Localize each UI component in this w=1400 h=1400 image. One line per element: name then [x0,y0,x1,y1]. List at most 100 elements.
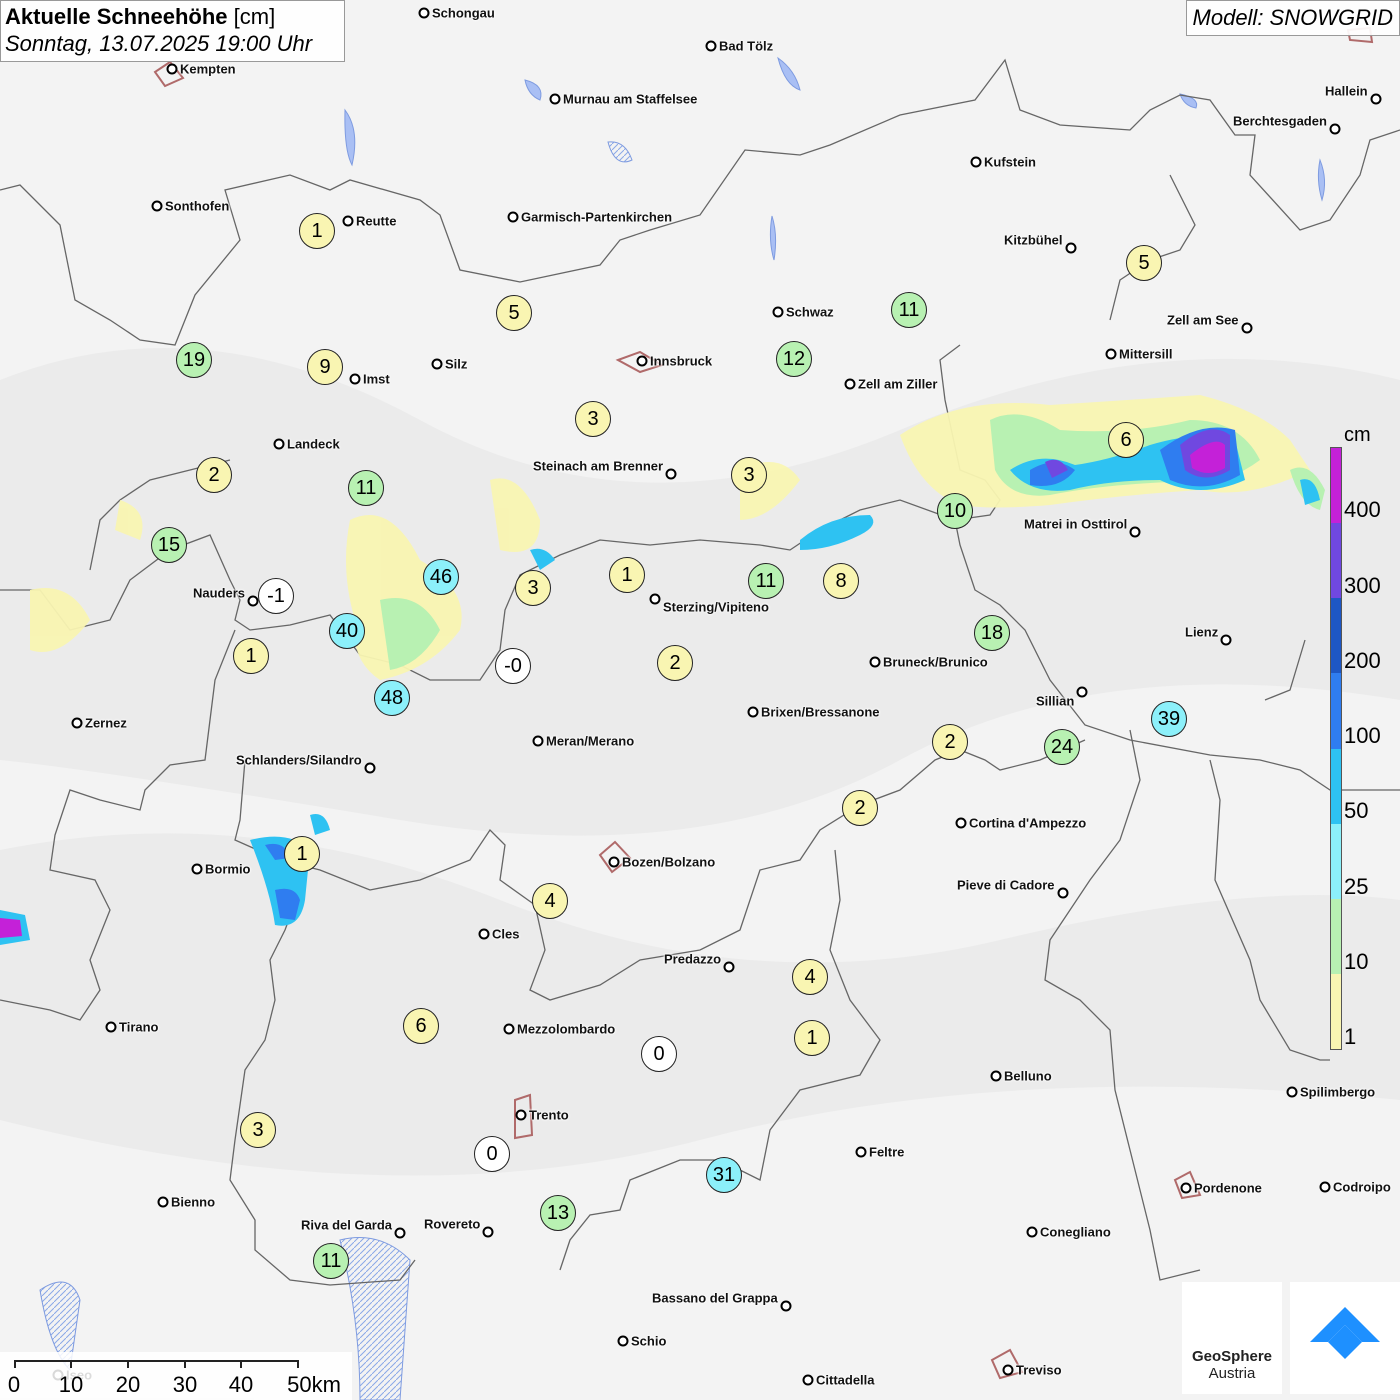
snow-depth-station: 1 [233,638,269,674]
snow-depth-station: 1 [299,213,335,249]
town-marker [955,817,967,829]
scale-label: 0 [7,1372,21,1397]
town-marker [1370,93,1382,105]
snow-depth-station: 12 [776,341,812,377]
snow-depth-station: 3 [731,457,767,493]
scale-tick [70,1360,72,1368]
town-marker [780,1300,792,1312]
town-label: Kufstein [984,154,1036,170]
snow-depth-station: 0 [641,1036,677,1072]
town-marker [418,7,430,19]
snow-depth-station: 4 [792,959,828,995]
town-label: Hallein [1325,83,1368,99]
snow-depth-station: -0 [495,648,531,684]
snow-depth-station: 3 [515,570,551,606]
town-marker [478,928,490,940]
town-label: Schio [631,1333,667,1349]
snow-depth-station: -1 [258,578,294,614]
snow-depth-station: 6 [403,1008,439,1044]
town-marker [869,656,881,668]
town-label: Codroipo [1333,1179,1391,1195]
snow-depth-station: 11 [313,1243,349,1279]
snow-depth-station: 1 [284,836,320,872]
town-label: Garmisch-Partenkirchen [521,209,673,225]
town-label: Steinach am Brenner [533,458,664,474]
town-label: Lienz [1185,624,1219,640]
town-label: Bassano del Grappa [652,1290,778,1306]
town-label: Landeck [287,436,340,452]
town-marker [273,438,285,450]
town-marker [1026,1226,1038,1238]
town-label: Kitzbühel [1004,232,1063,248]
town-marker [1002,1364,1014,1376]
snow-depth-station: 11 [348,470,384,506]
town-marker [1129,526,1141,538]
logo-sub: Austria [1208,1365,1256,1382]
town-marker [608,856,620,868]
snow-depth-station: 46 [423,559,459,595]
snow-depth-station: 3 [240,1112,276,1148]
town-label: Zell am See [1167,312,1239,328]
scale-label: 20 [115,1372,141,1397]
snow-depth-station: 9 [307,349,343,385]
town-marker [844,378,856,390]
town-label: Cittadella [816,1372,875,1388]
town-marker [157,1196,169,1208]
snow-depth-station: 48 [374,680,410,716]
town-marker [482,1226,494,1238]
town-marker [364,762,376,774]
town-marker [507,211,519,223]
snow-depth-station: 19 [176,342,212,378]
town-label: Cles [492,926,520,942]
town-label: Sonthofen [165,198,230,214]
scale-tick [14,1360,16,1368]
town-label: Predazzo [664,951,722,967]
scale-tick [127,1360,129,1368]
town-marker [636,355,648,367]
town-label: Rovereto [424,1216,481,1232]
town-marker [970,156,982,168]
town-label: Kempten [180,61,236,77]
snow-depth-station: 8 [823,563,859,599]
map-title: Aktuelle Schneehöhe [cm] Sonntag, 13.07.… [0,0,345,62]
snow-depth-station: 18 [974,615,1010,651]
town-label: Mittersill [1119,346,1173,362]
legend-label: 25 [1344,874,1369,899]
scale-tick [240,1360,242,1368]
snow-depth-station: 0 [474,1136,510,1172]
town-label: Riva del Garda [301,1217,393,1233]
town-marker [247,595,259,607]
town-label: Bienno [171,1194,216,1210]
legend-label: 300 [1344,573,1381,598]
town-label: Treviso [1016,1362,1062,1378]
town-label: Bruneck/Brunico [883,654,988,670]
town-marker [71,717,83,729]
scale-label: 50km [287,1372,341,1397]
snow-depth-station: 10 [937,493,973,529]
town-label: Feltre [869,1144,905,1160]
town-marker [166,63,178,75]
snow-depth-station: 40 [329,613,365,649]
app-logo [1290,1282,1400,1394]
title-main: Aktuelle Schneehöhe [5,4,228,29]
town-marker [515,1109,527,1121]
town-label: Bad Tölz [719,38,774,54]
town-marker [394,1227,406,1239]
snow-depth-station: 1 [794,1020,830,1056]
snow-depth-station: 6 [1108,422,1144,458]
town-marker [1329,123,1341,135]
scale-tick [184,1360,186,1368]
snow-depth-station: 39 [1151,701,1187,737]
town-label: Silz [445,356,468,372]
town-label: Meran/Merano [546,733,635,749]
legend-label: 100 [1344,723,1381,748]
town-marker [342,215,354,227]
scale-line [14,1360,298,1362]
town-marker [1319,1181,1331,1193]
town-label: Zell am Ziller [858,376,938,392]
town-marker [1180,1182,1192,1194]
town-marker [1065,242,1077,254]
snow-app-icon [1310,1307,1380,1359]
legend-label: 50 [1344,798,1369,823]
town-label: Reutte [356,213,397,229]
